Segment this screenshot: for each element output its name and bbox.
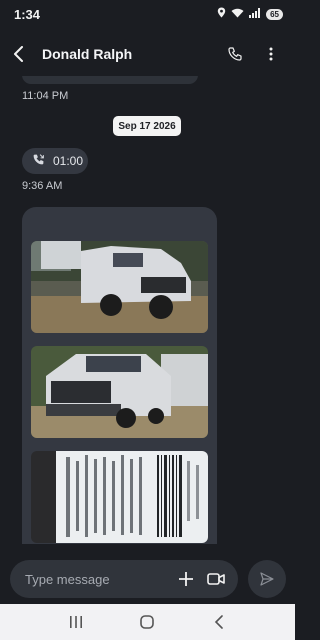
media-message-bubble[interactable] [22, 207, 217, 544]
phone-icon[interactable] [221, 40, 249, 68]
message-input[interactable] [25, 571, 175, 587]
contact-name[interactable]: Donald Ralph [42, 46, 132, 62]
location-icon [217, 5, 226, 23]
system-navigation-bar [0, 604, 295, 640]
date-separator: Sep 17 2026 [113, 116, 181, 136]
conversation-header: Donald Ralph [0, 32, 295, 76]
home-icon[interactable] [129, 608, 165, 636]
video-camera-icon[interactable] [205, 568, 227, 590]
call-timestamp: 9:36 AM [22, 180, 63, 192]
messaging-screen: 1:34 65 Donald Ralph 11:04 PM Sep 17 202… [0, 0, 295, 640]
truck-front-photo[interactable] [31, 346, 208, 438]
plus-icon[interactable] [175, 568, 197, 590]
status-bar: 1:34 65 [0, 0, 295, 28]
message-composer [10, 560, 238, 598]
vehicle-label-photo[interactable] [31, 451, 208, 543]
previous-message-bubble[interactable] [22, 76, 198, 84]
composer-actions [175, 568, 227, 590]
recent-apps-icon[interactable] [58, 608, 94, 636]
more-vertical-icon[interactable] [257, 40, 285, 68]
status-icons: 65 [217, 5, 283, 23]
message-list[interactable]: 11:04 PM Sep 17 2026 01:00 9:36 AM [0, 76, 295, 544]
signal-icon [249, 5, 261, 23]
back-arrow-icon[interactable] [4, 39, 34, 69]
call-duration: 01:00 [53, 154, 84, 168]
back-nav-icon[interactable] [201, 608, 237, 636]
call-log-bubble[interactable]: 01:00 [22, 148, 88, 174]
status-time: 1:34 [14, 6, 41, 22]
call-icon [32, 153, 45, 169]
header-actions [221, 40, 285, 68]
truck-side-photo[interactable] [31, 241, 208, 333]
message-timestamp: 11:04 PM [22, 90, 69, 102]
battery-icon: 65 [266, 8, 283, 20]
wifi-icon [231, 5, 244, 23]
send-icon[interactable] [248, 560, 286, 598]
